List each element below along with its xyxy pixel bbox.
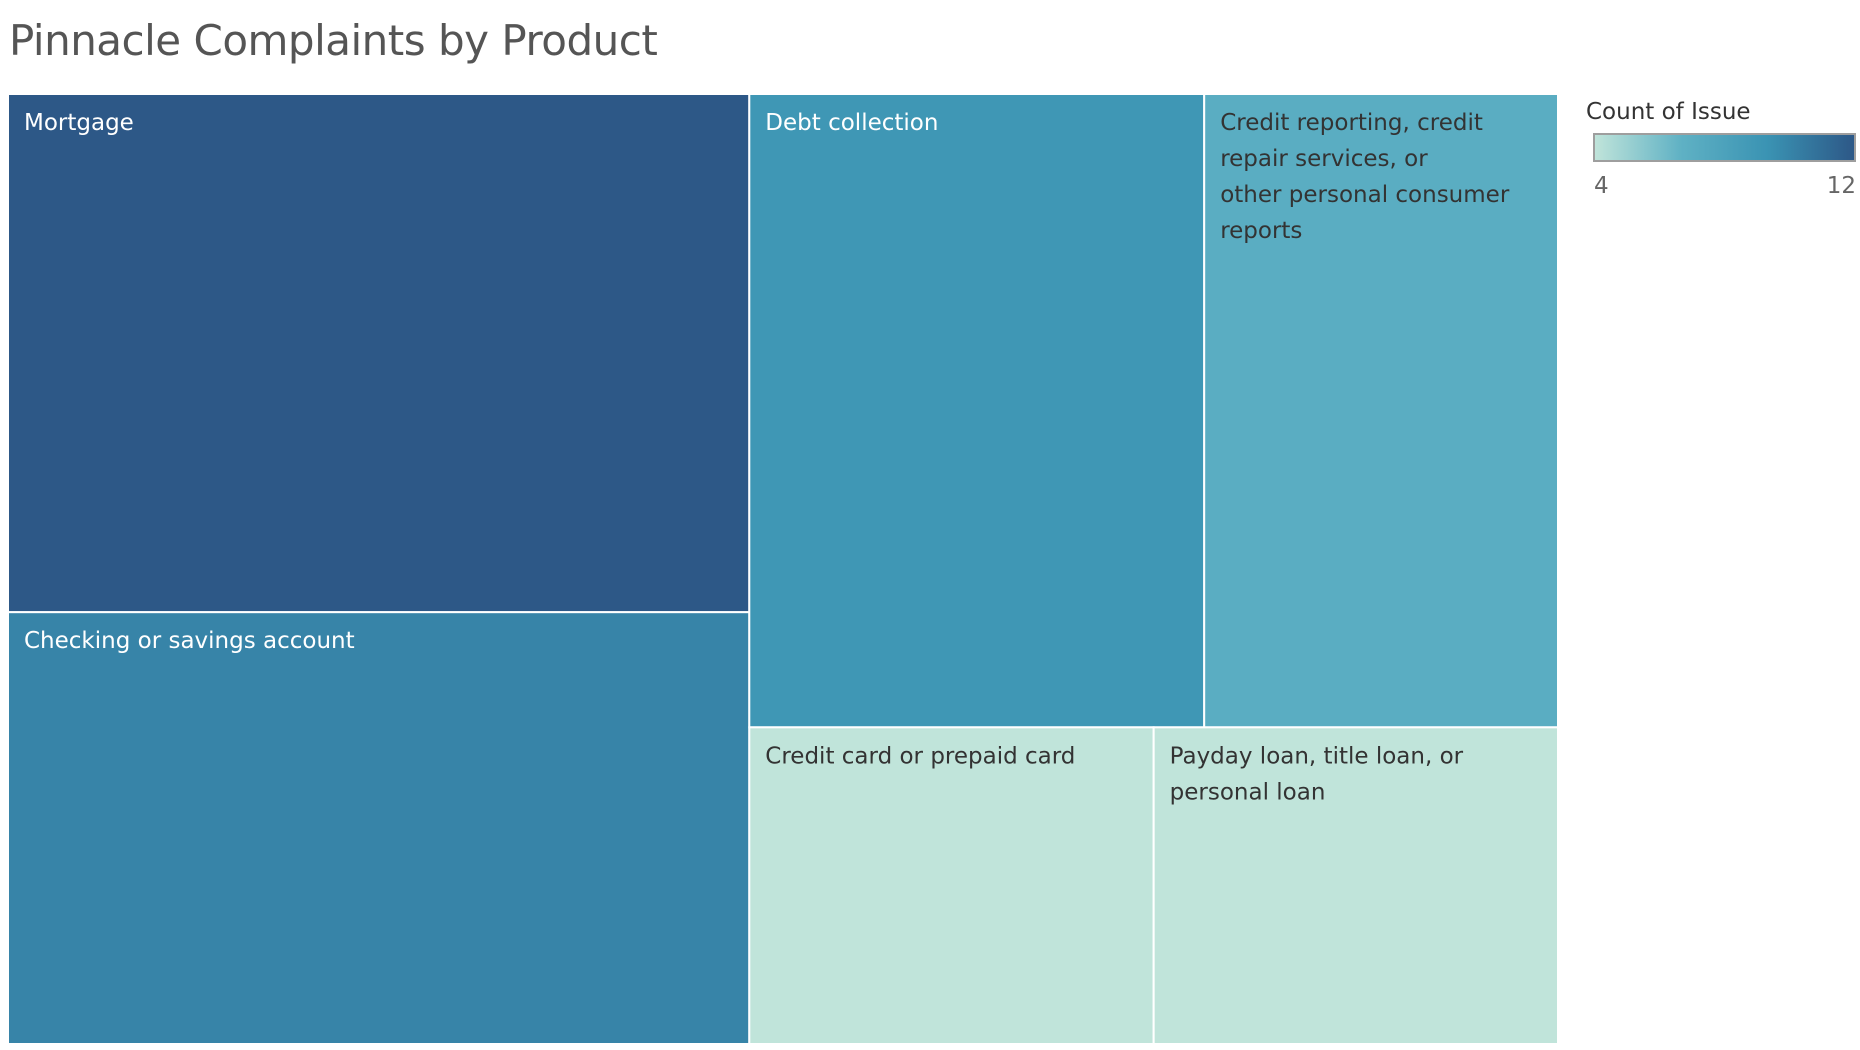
treemap-tile[interactable]: Debt collection [748, 94, 1206, 729]
treemap-tile-rect[interactable] [1152, 726, 1558, 1044]
legend-min-label: 4 [1594, 173, 1609, 199]
legend-max-label: 12 [1826, 173, 1856, 199]
treemap-tile-rect[interactable] [748, 94, 1206, 729]
legend-gradient-bar [1593, 133, 1856, 162]
treemap-tile[interactable]: Credit card or prepaid card [748, 726, 1155, 1044]
treemap-tile[interactable]: Checking or savings account [8, 611, 751, 1044]
treemap-tile-rect[interactable] [8, 611, 751, 1044]
treemap-tile[interactable]: Mortgage [8, 94, 751, 614]
treemap-tile-label: Credit card or prepaid card [765, 743, 1075, 769]
treemap: Mortgage Checking or savings account Debt … [8, 94, 1558, 1044]
treemap-tile[interactable]: Credit reporting, credit repair services,… [1203, 94, 1558, 729]
treemap-tile-rect[interactable] [748, 726, 1155, 1044]
treemap-tile-label: Mortgage [24, 110, 134, 136]
chart-title: Pinnacle Complaints by Product [9, 16, 658, 65]
legend-title: Count of Issue [1586, 99, 1751, 125]
color-legend: Count of Issue 4 12 [1586, 99, 1856, 209]
treemap-tile-rect[interactable] [8, 94, 751, 614]
treemap-tile-label: Checking or savings account [24, 628, 355, 654]
treemap-tile[interactable]: Payday loan, title loan, or personal loan [1152, 726, 1558, 1044]
treemap-tile-label: Debt collection [765, 110, 938, 136]
